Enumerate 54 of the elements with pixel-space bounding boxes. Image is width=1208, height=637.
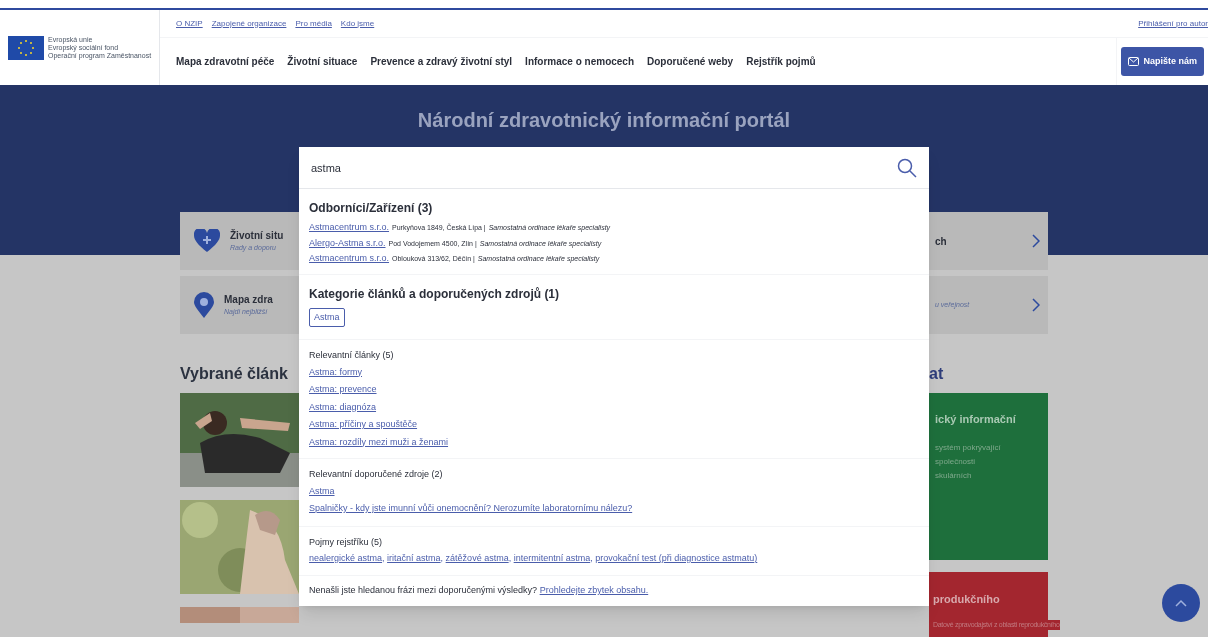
eu-flag-icon [8,35,44,60]
nav-link[interactable]: Informace o nemocech [525,54,635,69]
search-icon[interactable] [897,157,917,178]
nav-link[interactable]: Rejstřík pojmů [746,54,816,69]
section-heading: Relevantní doporučené zdroje (2) [309,468,444,481]
article-link[interactable]: Astma: diagnóza [309,400,377,414]
top-nav-link[interactable]: Kdo jsme [340,17,375,30]
section-heading: Relevantní články (5) [309,349,395,362]
term-list: nealergické astma, iritační astma, zátěžové astma, intermitentní astma, provokační test (při diagnostice astmatu) [309,552,919,566]
heart-plus-icon [194,229,220,253]
article-link[interactable]: Astma: prevence [309,383,377,397]
card-title: produkčního [933,592,1001,607]
article-link[interactable]: Astma: rozdíly mezi muži a ženami [309,435,449,449]
search-rest-link[interactable]: Prohledejte zbytek obsahu. [539,584,649,595]
card-text: skulárních [935,469,973,482]
hero-title: Národní zdravotnický informační portál [417,108,791,133]
section-heading: Odborníci/Zařízení (3) [309,200,434,217]
card-text: společnosti [935,455,977,468]
facility-link[interactable]: Astmacentrum s.r.o. [309,252,390,266]
source-link[interactable]: Astma [309,484,335,498]
card-title: Mapa zdra [224,293,273,308]
section-heading: at [929,364,944,384]
chevron-right-icon [1032,234,1040,248]
login-link[interactable]: Přihlášení pro autor [1138,17,1208,30]
nav-link[interactable]: Prevence a zdravý životní styl [370,54,513,69]
category-tag[interactable]: Astma [309,307,345,327]
nav-link[interactable]: Životní situace [287,54,358,69]
chevron-right-icon [1032,298,1040,312]
chevron-up-icon [1175,599,1187,607]
article-link[interactable]: Astma: příčiny a spouštěče [309,418,418,432]
envelope-icon [1128,57,1140,66]
term-link[interactable]: provokační test (při diagnostice astmatu) [595,553,758,563]
section-heading: Vybrané článk [180,364,289,384]
article-link[interactable]: Astma: formy [309,365,362,379]
top-nav-link[interactable]: Pro média [295,17,332,30]
card-title: Životní situ [230,228,284,244]
top-nav-link[interactable]: O NZIP [176,17,203,30]
nav-link[interactable]: Doporučené weby [647,54,734,69]
top-nav-link[interactable]: Zapojené organizace [211,17,287,30]
term-link[interactable]: zátěžové astma [445,553,509,563]
contact-button[interactable]: Napište nám [1121,47,1204,76]
section-heading: Kategorie článků a doporučených zdrojů (1) [309,285,561,303]
source-link[interactable]: Spalničky - kdy jste imunní vůči onemocnění? Nerozumíte laboratornímu nálezu? [309,502,633,516]
map-pin-icon [194,292,214,318]
card-title: ický informační [935,412,1017,427]
not-found-message: Nenašli jste hledanou frázi mezi doporučenými výsledky? Prohledejte zbytek obsahu. [309,583,649,597]
nav-link[interactable]: Mapa zdravotní péče [176,54,275,69]
facility-link[interactable]: Astmacentrum s.r.o. [309,221,390,235]
facility-link[interactable]: Alergo-Astma s.r.o. [309,236,386,250]
term-link[interactable]: iritační astma [387,553,441,563]
card-title: ch [935,234,948,249]
section-heading: Pojmy rejstříku (5) [309,535,383,549]
card-text: systém pokrývající [935,441,1002,454]
search-field[interactable]: astma [311,152,897,183]
